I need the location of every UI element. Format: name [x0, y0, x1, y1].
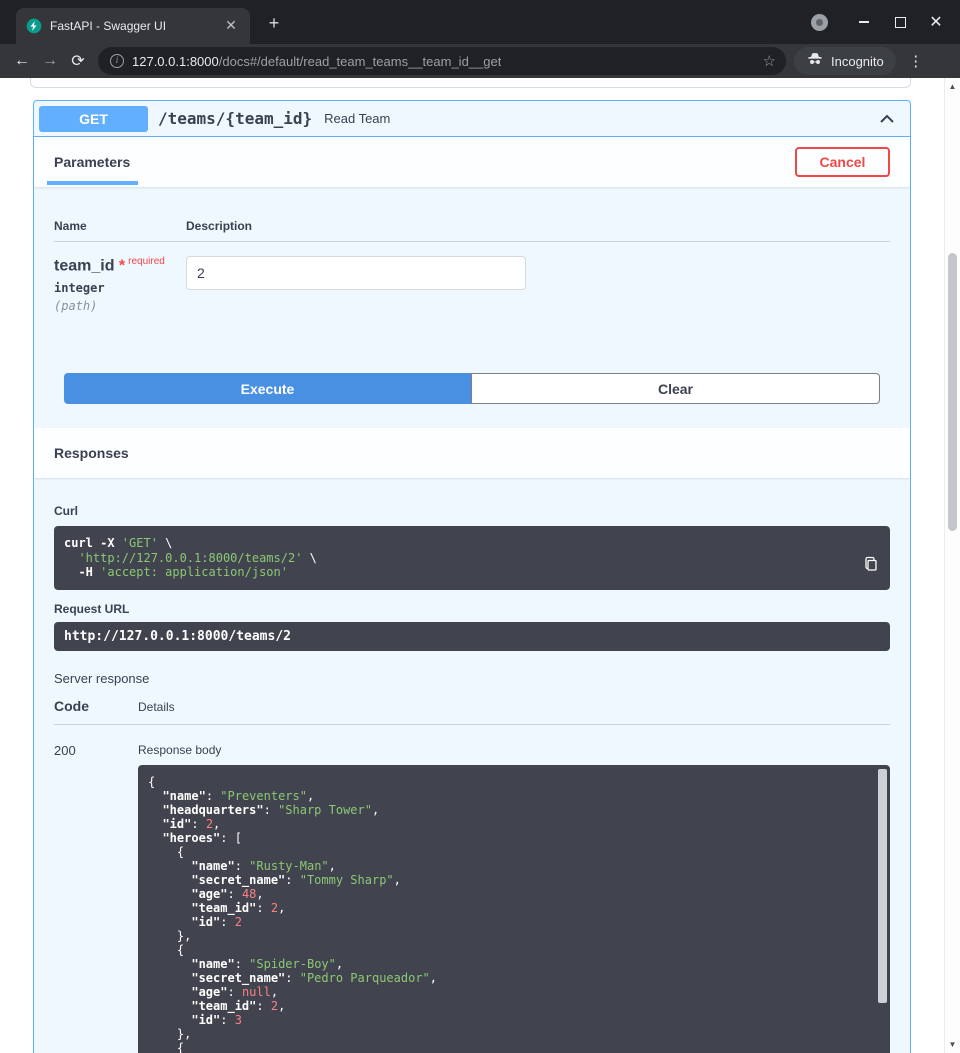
opblock-get-read-team: GET /teams/{team_id} Read Team Parameter… [33, 100, 911, 1053]
page-scrollbar[interactable]: ▲ ▼ [944, 78, 960, 1053]
details-column-header: Details [138, 700, 175, 714]
browser-toolbar: ← → ⟳ i 127.0.0.1:8000/docs#/default/rea… [0, 44, 960, 78]
response-body-label: Response body [138, 743, 890, 757]
cancel-button[interactable]: Cancel [795, 147, 890, 177]
team-id-input[interactable] [186, 256, 526, 290]
curl-label: Curl [54, 504, 890, 518]
request-url-label: Request URL [54, 602, 890, 616]
parameter-location: (path) [54, 299, 186, 313]
responses-section-header: Responses [34, 428, 910, 478]
parameters-table-header: Name Description [54, 207, 890, 242]
endpoint-path: /teams/{team_id} [158, 109, 312, 128]
minimize-button[interactable] [854, 12, 874, 32]
status-code: 200 [54, 743, 138, 1053]
new-tab-button[interactable]: + [262, 12, 286, 36]
incognito-badge: Incognito [794, 47, 896, 75]
fastapi-favicon-icon [26, 18, 42, 34]
parameters-section-header: Parameters Cancel [34, 137, 910, 187]
scroll-down-icon[interactable]: ▼ [945, 1040, 960, 1049]
tab-title: FastAPI - Swagger UI [50, 19, 214, 33]
responses-title: Responses [54, 445, 129, 461]
browser-menu-icon[interactable]: ⋮ [906, 52, 926, 70]
server-response-label: Server response [54, 671, 890, 686]
parameter-value-cell [186, 256, 526, 313]
response-body-block: { "name": "Preventers", "headquarters": … [138, 765, 890, 1053]
incognito-icon [806, 50, 824, 73]
clear-button[interactable]: Clear [471, 373, 880, 404]
code-column-header: Code [54, 698, 138, 714]
copy-icon[interactable] [860, 552, 882, 576]
url-host: 127.0.0.1:8000 [132, 54, 219, 69]
page-scrollbar-thumb[interactable] [948, 253, 957, 531]
scroll-up-icon[interactable]: ▲ [945, 82, 960, 91]
parameter-type: integer [54, 281, 186, 295]
browser-tab[interactable]: FastAPI - Swagger UI ✕ [16, 8, 250, 44]
parameters-table: Name Description team_id *required integ… [34, 187, 910, 428]
required-label: required [128, 256, 165, 267]
collapse-chevron-icon[interactable] [877, 109, 897, 129]
update-status-icon[interactable] [811, 14, 828, 31]
previous-block-bottom-edge [30, 78, 911, 88]
response-details-cell: Response body { "name": "Preventers", "h… [138, 743, 890, 1053]
tab-close-icon[interactable]: ✕ [222, 17, 240, 35]
column-name-header: Name [54, 219, 186, 233]
request-url-value: http://127.0.0.1:8000/teams/2 [54, 622, 890, 651]
parameter-name: team_id *required [54, 256, 186, 275]
forward-button[interactable]: → [36, 47, 64, 75]
url-text: 127.0.0.1:8000/docs#/default/read_team_t… [132, 54, 501, 69]
back-button[interactable]: ← [8, 47, 36, 75]
close-window-button[interactable]: ✕ [926, 12, 946, 32]
parameter-name-cell: team_id *required integer (path) [54, 256, 186, 313]
site-info-icon[interactable]: i [110, 54, 124, 68]
responses-body: Curl curl -X 'GET' \ 'http://127.0.0.1:8… [34, 478, 910, 1053]
url-path: /docs#/default/read_team_teams__team_id_… [219, 54, 502, 69]
reload-button[interactable]: ⟳ [64, 47, 92, 75]
window-controls: ✕ [811, 0, 960, 44]
parameters-tab-underline [47, 181, 138, 185]
parameter-row: team_id *required integer (path) [54, 256, 890, 313]
response-table-header: Code Details [54, 698, 890, 725]
bookmark-star-icon[interactable]: ☆ [763, 52, 776, 70]
incognito-label: Incognito [831, 54, 884, 69]
maximize-button[interactable] [890, 12, 910, 32]
column-description-header: Description [186, 219, 252, 233]
http-method-badge: GET [39, 106, 148, 132]
execute-button[interactable]: Execute [64, 373, 471, 404]
swagger-page: GET /teams/{team_id} Read Team Parameter… [0, 78, 960, 1053]
response-scrollbar-thumb[interactable] [878, 769, 887, 1003]
execute-row: Execute Clear [64, 373, 880, 404]
opblock-summary[interactable]: GET /teams/{team_id} Read Team [34, 101, 910, 137]
endpoint-summary: Read Team [324, 111, 390, 126]
tab-parameters[interactable]: Parameters [54, 154, 130, 170]
address-bar[interactable]: i 127.0.0.1:8000/docs#/default/read_team… [98, 47, 786, 75]
required-star: * [119, 257, 125, 274]
curl-code-block: curl -X 'GET' \ 'http://127.0.0.1:8000/t… [54, 526, 890, 590]
browser-titlebar: FastAPI - Swagger UI ✕ + ✕ [0, 0, 960, 44]
response-row: 200 Response body { "name": "Preventers"… [54, 743, 890, 1053]
